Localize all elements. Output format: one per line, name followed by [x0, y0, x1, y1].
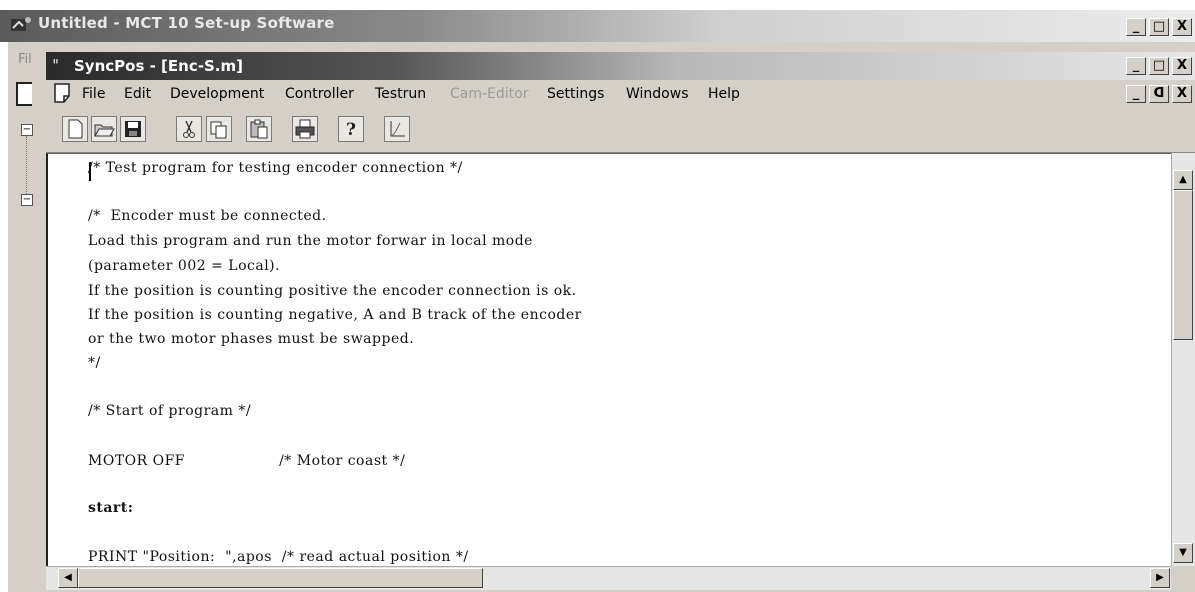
- code-line: Load this program and run the motor forw…: [88, 233, 533, 249]
- cut-icon[interactable]: [176, 116, 202, 142]
- doc-minimize-button[interactable]: _: [1126, 85, 1146, 103]
- code-line: /* Encoder must be connected.: [88, 208, 327, 224]
- copy-icon[interactable]: [206, 116, 232, 142]
- code-line: MOTOR OFF /* Motor coast */: [88, 453, 406, 469]
- menu-file[interactable]: File: [82, 86, 105, 102]
- scroll-up-icon[interactable]: ▲: [1173, 170, 1193, 190]
- tree-line: [26, 136, 27, 194]
- code-line: */: [88, 355, 101, 371]
- chart-icon[interactable]: [384, 116, 410, 142]
- help-icon[interactable]: ?: [338, 116, 364, 142]
- outer-window-title: Untitled - MCT 10 Set-up Software: [38, 14, 335, 32]
- app-icon: [10, 16, 32, 34]
- horizontal-scroll-thumb[interactable]: [78, 568, 483, 588]
- code-line: /* Start of program */: [88, 403, 252, 419]
- print-icon[interactable]: [292, 116, 318, 142]
- outer-close-button[interactable]: X: [1172, 18, 1192, 36]
- menu-controller[interactable]: Controller: [285, 86, 354, 102]
- menu-settings[interactable]: Settings: [547, 86, 604, 102]
- open-icon[interactable]: [91, 116, 117, 142]
- syncpos-icon: ᴵᴵ: [53, 57, 59, 70]
- tree-expander[interactable]: −: [21, 124, 33, 136]
- scroll-right-icon[interactable]: ▶: [1150, 568, 1170, 588]
- inner-minimize-button[interactable]: _: [1126, 57, 1146, 75]
- code-line: If the position is counting positive the…: [88, 283, 577, 299]
- save-icon[interactable]: [120, 116, 146, 142]
- new-icon[interactable]: [62, 116, 88, 142]
- outer-toolbar-stub: [16, 82, 32, 106]
- doc-restore-button[interactable]: ᗡ: [1149, 85, 1169, 103]
- outer-menu-file[interactable]: Fil: [18, 52, 32, 67]
- code-line: PRINT "Position: ",apos /* read actual p…: [88, 549, 469, 565]
- menu-windows[interactable]: Windows: [626, 86, 689, 102]
- scroll-down-icon[interactable]: ▼: [1173, 543, 1193, 563]
- tree-expander[interactable]: −: [21, 194, 33, 206]
- scroll-left-icon[interactable]: ◀: [58, 568, 78, 588]
- code-line: If the position is counting negative, A …: [88, 307, 582, 323]
- inner-window-title: SyncPos - [Enc-S.m]: [74, 57, 243, 75]
- code-line: or the two motor phases must be swapped.: [88, 331, 415, 347]
- code-line: start:: [88, 500, 134, 516]
- doc-close-button[interactable]: X: [1172, 85, 1192, 103]
- menu-cam-editor[interactable]: Cam-Editor: [450, 86, 528, 102]
- inner-close-button[interactable]: X: [1172, 57, 1192, 75]
- code-line: (parameter 002 = Local).: [88, 258, 281, 274]
- outer-minimize-button[interactable]: _: [1126, 18, 1146, 36]
- paste-icon[interactable]: [246, 116, 272, 142]
- menu-help[interactable]: Help: [708, 86, 740, 102]
- document-icon: [52, 82, 74, 104]
- menu-development[interactable]: Development: [170, 86, 264, 102]
- menu-testrun[interactable]: Testrun: [375, 86, 426, 102]
- vertical-scroll-thumb[interactable]: [1173, 190, 1193, 340]
- outer-maximize-button[interactable]: □: [1149, 18, 1169, 36]
- inner-maximize-button[interactable]: □: [1149, 57, 1169, 75]
- code-line: /* Test program for testing encoder conn…: [88, 160, 463, 176]
- menu-edit[interactable]: Edit: [124, 86, 151, 102]
- svg-text:?: ?: [346, 120, 356, 140]
